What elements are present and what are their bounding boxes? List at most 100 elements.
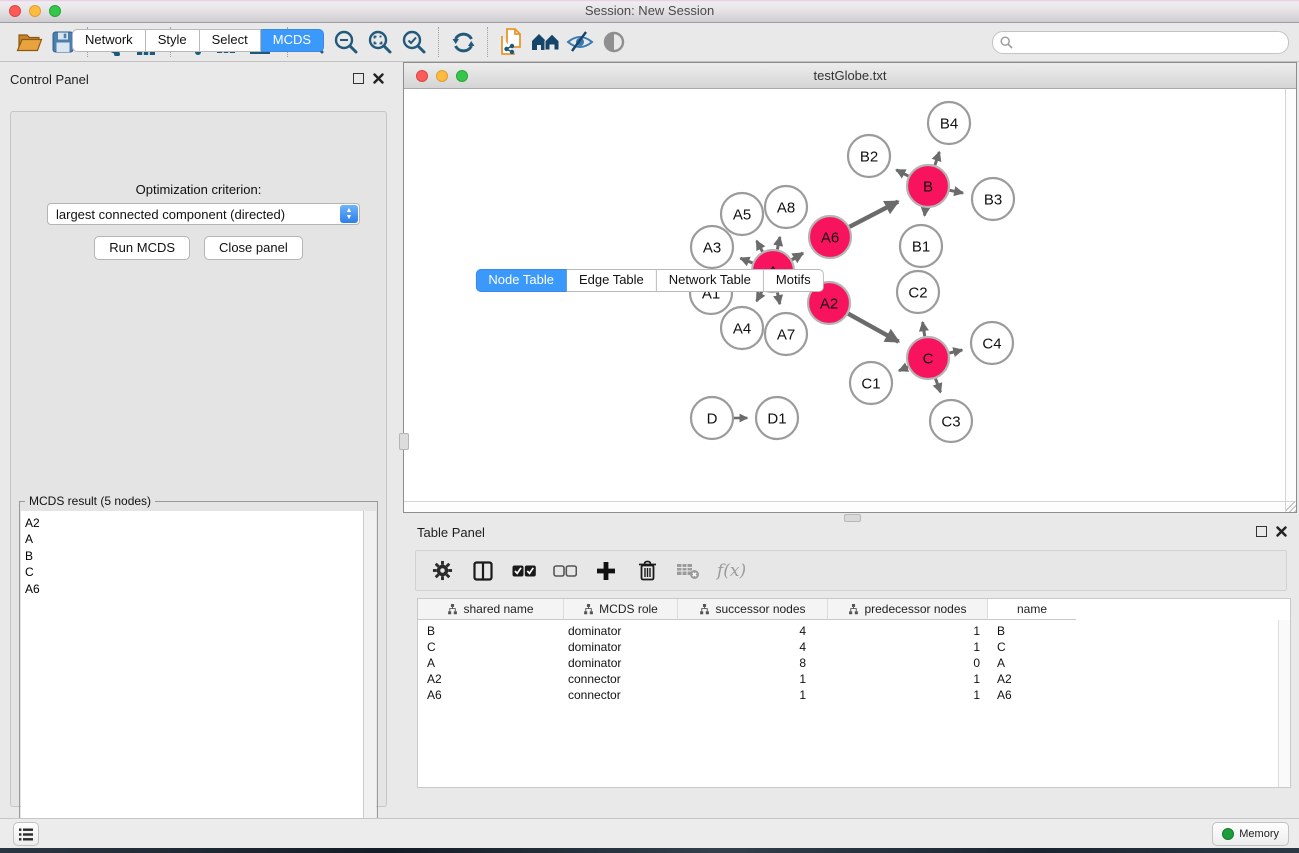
graph-node-A6[interactable]: A6 [809, 216, 851, 258]
first-neighbors-button[interactable] [529, 26, 563, 58]
delete-column-button[interactable] [635, 559, 659, 583]
graph-node-A7[interactable]: A7 [765, 313, 807, 355]
table-cell: A [418, 655, 564, 671]
graph-node-C[interactable]: C [907, 337, 949, 379]
table-options-button[interactable] [430, 559, 454, 583]
toggle-graphics-details-button[interactable] [563, 26, 597, 58]
table-row[interactable]: Cdominator41C [418, 639, 1290, 655]
graph-node-A5[interactable]: A5 [721, 193, 763, 235]
graph-node-B2[interactable]: B2 [848, 135, 890, 177]
graph-edge-A-A7[interactable] [777, 293, 779, 304]
optimization-criterion-label: Optimization criterion: [11, 182, 386, 197]
graph-node-B4[interactable]: B4 [928, 102, 970, 144]
close-panel-button[interactable]: Close panel [204, 236, 303, 260]
function-builder-button[interactable]: f(x) [717, 559, 746, 583]
mcds-result-item[interactable]: C [25, 564, 364, 580]
criterion-select[interactable]: largest connected component (directed) ▲… [47, 203, 360, 225]
column-header-name[interactable]: name [988, 599, 1076, 620]
graph-edge-A6-B[interactable] [850, 202, 899, 227]
graph-node-A3[interactable]: A3 [691, 226, 733, 268]
table-cell: dominator [564, 655, 678, 671]
tab-network-table[interactable]: Network Table [657, 269, 764, 292]
select-all-button[interactable] [512, 559, 536, 583]
graph-node-C2[interactable]: C2 [897, 271, 939, 313]
birds-eye-view-button[interactable] [597, 26, 631, 58]
graph-edge-A-A5[interactable] [757, 241, 763, 252]
graph-edge-C-C2[interactable] [923, 322, 925, 336]
network-scrollbar-horizontal[interactable] [404, 501, 1286, 512]
tab-style[interactable]: Style [146, 29, 200, 52]
graph-edge-A-A8[interactable] [777, 237, 780, 249]
graph-node-B3[interactable]: B3 [972, 178, 1014, 220]
column-header-shared-name[interactable]: shared name [418, 599, 564, 620]
mcds-result-item[interactable]: A2 [25, 515, 364, 531]
mcds-result-item[interactable]: A6 [25, 581, 364, 597]
delete-table-icon [676, 562, 700, 580]
table-row[interactable]: Adominator80A [418, 655, 1290, 671]
column-header-successor-nodes[interactable]: successor nodes [678, 599, 828, 620]
search-input[interactable] [1017, 33, 1281, 52]
graph-edge-A-A6[interactable] [792, 253, 803, 260]
table-row[interactable]: A2connector11A2 [418, 671, 1290, 687]
mcds-result-item[interactable]: A [25, 531, 364, 547]
graph-edge-B-B2[interactable] [896, 170, 908, 176]
splitter-grip-vertical[interactable] [399, 433, 409, 450]
graph-edge-C-C3[interactable] [936, 379, 941, 393]
table-scrollbar[interactable] [1278, 620, 1290, 787]
column-header-predecessor-nodes[interactable]: predecessor nodes [828, 599, 988, 620]
graph-edge-B-B1[interactable] [925, 208, 926, 216]
graph-node-B1[interactable]: B1 [900, 225, 942, 267]
table-cell: A [988, 655, 1076, 671]
graph-node-C4[interactable]: C4 [971, 322, 1013, 364]
zoom-fit-button[interactable] [363, 26, 397, 58]
show-columns-button[interactable] [471, 559, 495, 583]
new-network-from-selection-button[interactable] [495, 26, 529, 58]
close-panel-icon[interactable] [1276, 526, 1287, 537]
apply-layout-button[interactable] [446, 26, 480, 58]
tab-edge-table[interactable]: Edge Table [567, 269, 657, 292]
close-panel-icon[interactable] [373, 73, 384, 84]
memory-button[interactable]: Memory [1212, 822, 1289, 846]
float-panel-icon[interactable] [353, 73, 364, 84]
network-window-titlebar[interactable]: testGlobe.txt [404, 63, 1296, 89]
tab-network[interactable]: Network [72, 29, 146, 52]
graph-node-D1[interactable]: D1 [756, 397, 798, 439]
graph-node-C1[interactable]: C1 [850, 362, 892, 404]
zoom-out-button[interactable] [329, 26, 363, 58]
graph-edge-C-C4[interactable] [949, 350, 962, 353]
graph-edge-B-B4[interactable] [935, 152, 939, 165]
tab-select[interactable]: Select [200, 29, 261, 52]
graph-edge-A-A3[interactable] [740, 258, 752, 263]
graph-node-B[interactable]: B [907, 165, 949, 207]
graph-node-C3[interactable]: C3 [930, 400, 972, 442]
zoom-selected-button[interactable] [397, 26, 431, 58]
network-canvas[interactable]: B4B2BB3A8A5A6B1A3AC2A1A2A4A7C4CC1DD1C3 [404, 89, 1287, 503]
delete-table-button[interactable] [676, 559, 700, 583]
task-history-button[interactable] [13, 822, 39, 846]
deselect-all-button[interactable] [553, 559, 577, 583]
tab-motifs[interactable]: Motifs [764, 269, 824, 292]
float-panel-icon[interactable] [1256, 526, 1267, 537]
table-row[interactable]: A6connector11A6 [418, 687, 1290, 703]
tab-node-table[interactable]: Node Table [475, 269, 567, 292]
mcds-result-scrollbar[interactable] [363, 511, 376, 833]
graph-edge-A2-C[interactable] [848, 314, 898, 342]
run-mcds-button[interactable]: Run MCDS [94, 236, 190, 260]
mcds-result-item[interactable]: B [25, 548, 364, 564]
search-field[interactable] [992, 31, 1289, 54]
graph-node-D[interactable]: D [691, 397, 733, 439]
table-row[interactable]: Bdominator41B [418, 623, 1290, 639]
mcds-result-list[interactable]: A2ABCA6 [21, 511, 364, 833]
graph-edge-B-B3[interactable] [950, 190, 963, 193]
add-column-button[interactable] [594, 559, 618, 583]
svg-text:C1: C1 [861, 375, 880, 392]
open-session-button[interactable] [12, 26, 46, 58]
tab-mcds[interactable]: MCDS [261, 29, 324, 52]
network-scrollbar-vertical[interactable] [1285, 89, 1296, 502]
window-resize-grip[interactable] [1285, 501, 1296, 512]
graph-edge-C-C1[interactable] [899, 367, 908, 371]
graph-node-A8[interactable]: A8 [765, 186, 807, 228]
column-header-mcds-role[interactable]: MCDS role [564, 599, 678, 620]
eye-slash-icon [566, 30, 594, 54]
graph-node-A4[interactable]: A4 [721, 307, 763, 349]
